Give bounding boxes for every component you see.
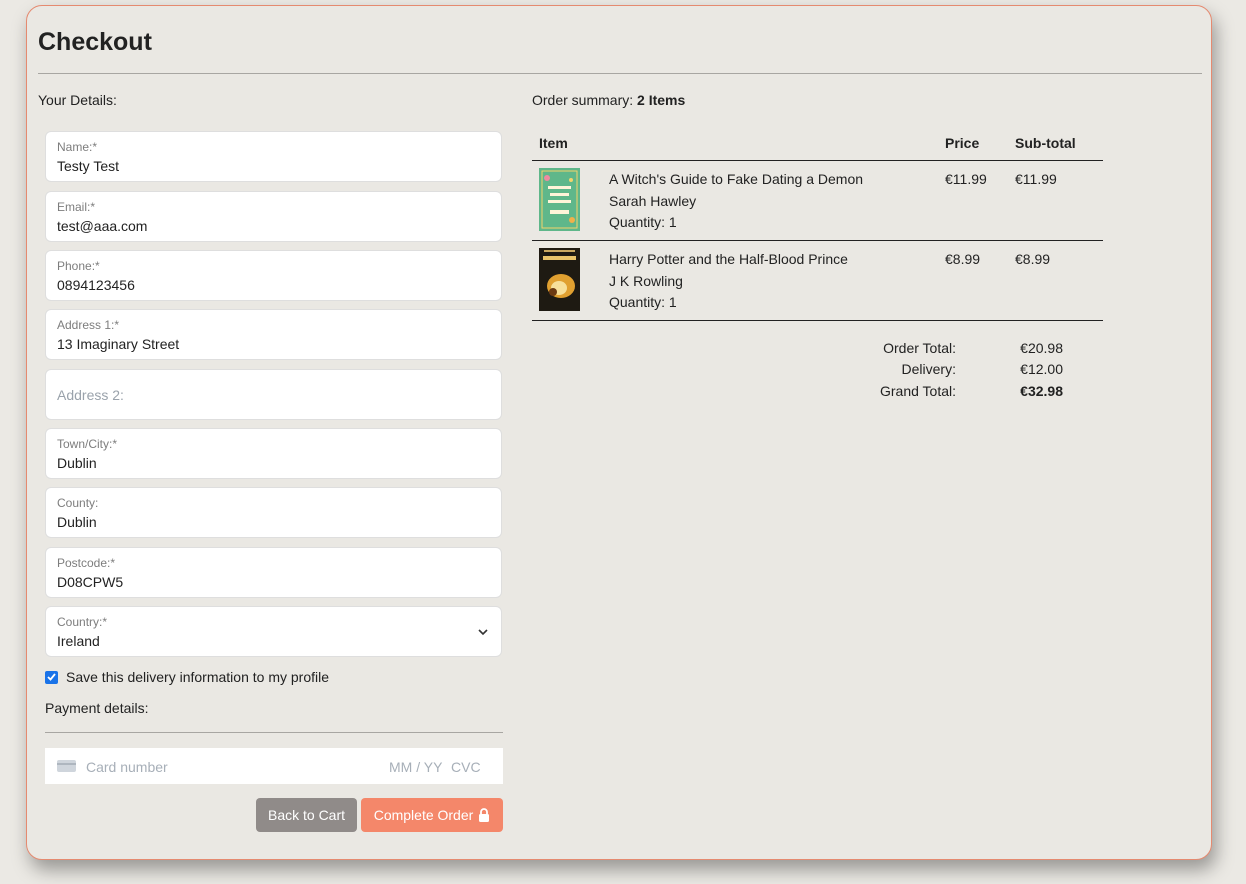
order-summary-heading: Order summary: 2 Items: [532, 92, 685, 108]
country-select[interactable]: Country:* Ireland: [45, 606, 502, 657]
grand-total-value: €32.98: [1020, 383, 1063, 399]
delivery-label: Delivery:: [901, 361, 956, 377]
item-quantity: Quantity: 1: [609, 294, 677, 310]
address2-field[interactable]: Address 2:: [45, 369, 502, 420]
lock-icon: [479, 808, 490, 822]
payment-details-label: Payment details:: [45, 700, 149, 716]
save-info-row[interactable]: Save this delivery information to my pro…: [45, 669, 329, 685]
complete-order-button[interactable]: Complete Order: [361, 798, 503, 832]
checkout-card: Checkout Your Details: Name:* Testy Test…: [26, 5, 1212, 860]
item-author: J K Rowling: [609, 272, 683, 289]
town-label: Town/City:*: [57, 437, 118, 451]
item-price: €11.99: [945, 171, 987, 187]
country-label: Country:*: [57, 615, 108, 629]
grand-total-label: Grand Total:: [879, 383, 956, 399]
item-title: Harry Potter and the Half-Blood Prince: [609, 251, 848, 267]
chevron-down-icon: [478, 629, 488, 636]
email-field[interactable]: Email:* test@aaa.com: [45, 191, 502, 242]
country-value: Ireland: [57, 633, 100, 649]
save-info-label: Save this delivery information to my pro…: [66, 669, 329, 685]
name-label: Name:*: [57, 140, 98, 154]
item-price: €8.99: [945, 251, 981, 267]
complete-order-label: Complete Order: [373, 807, 474, 823]
column-header-subtotal: Sub-total: [1015, 135, 1076, 151]
table-header-divider: [532, 160, 1103, 161]
town-value: Dublin: [57, 455, 97, 471]
card-cvc-input[interactable]: CVC: [451, 759, 481, 775]
name-value: Testy Test: [57, 158, 119, 174]
address1-value: 13 Imaginary Street: [57, 336, 180, 352]
list-item: A Witch's Guide to Fake Dating a Demon S…: [609, 169, 863, 234]
name-field[interactable]: Name:* Testy Test: [45, 131, 502, 182]
book-cover-image: [539, 248, 580, 311]
card-element[interactable]: Card number MM / YY CVC: [45, 748, 503, 784]
postcode-value: D08CPW5: [57, 574, 124, 590]
row-divider: [532, 240, 1103, 241]
postcode-label: Postcode:*: [57, 556, 116, 570]
item-subtotal: €8.99: [1015, 251, 1051, 267]
phone-value: 0894123456: [57, 277, 135, 293]
item-quantity: Quantity: 1: [609, 214, 677, 230]
page-title: Checkout: [38, 28, 152, 56]
email-label: Email:*: [57, 200, 96, 214]
county-label: County:: [57, 496, 99, 510]
delivery-value: €12.00: [1020, 361, 1063, 377]
phone-field[interactable]: Phone:* 0894123456: [45, 250, 502, 301]
your-details-label: Your Details:: [38, 92, 117, 108]
save-info-checkbox[interactable]: [45, 670, 58, 684]
card-expiry-input[interactable]: MM / YY: [389, 759, 442, 775]
address1-field[interactable]: Address 1:* 13 Imaginary Street: [45, 309, 502, 360]
item-subtotal: €11.99: [1015, 171, 1057, 187]
order-summary-prefix: Order summary:: [532, 92, 634, 108]
title-divider: [38, 73, 1202, 74]
order-total-value: €20.98: [1020, 340, 1063, 356]
town-field[interactable]: Town/City:* Dublin: [45, 428, 502, 479]
credit-card-icon: [57, 760, 76, 772]
order-summary-count: 2 Items: [637, 92, 686, 108]
table-bottom-divider: [532, 320, 1103, 321]
back-to-cart-label: Back to Cart: [267, 807, 346, 823]
county-field[interactable]: County: Dublin: [45, 487, 502, 538]
phone-label: Phone:*: [57, 259, 100, 273]
checkmark-icon: [47, 673, 56, 681]
order-total-label: Order Total:: [883, 340, 956, 356]
column-header-price: Price: [945, 135, 980, 151]
county-value: Dublin: [57, 514, 97, 530]
payment-divider: [45, 732, 503, 733]
column-header-item: Item: [539, 135, 568, 151]
email-value: test@aaa.com: [57, 218, 148, 234]
back-to-cart-button[interactable]: Back to Cart: [256, 798, 357, 832]
card-number-input[interactable]: Card number: [86, 759, 168, 775]
item-title: A Witch's Guide to Fake Dating a Demon: [609, 171, 864, 187]
address2-placeholder: Address 2:: [57, 387, 124, 403]
address1-label: Address 1:*: [57, 318, 120, 332]
list-item: Harry Potter and the Half-Blood Prince J…: [609, 249, 848, 314]
item-author: Sarah Hawley: [609, 192, 697, 209]
postcode-field[interactable]: Postcode:* D08CPW5: [45, 547, 502, 598]
book-cover-image: [539, 168, 580, 231]
